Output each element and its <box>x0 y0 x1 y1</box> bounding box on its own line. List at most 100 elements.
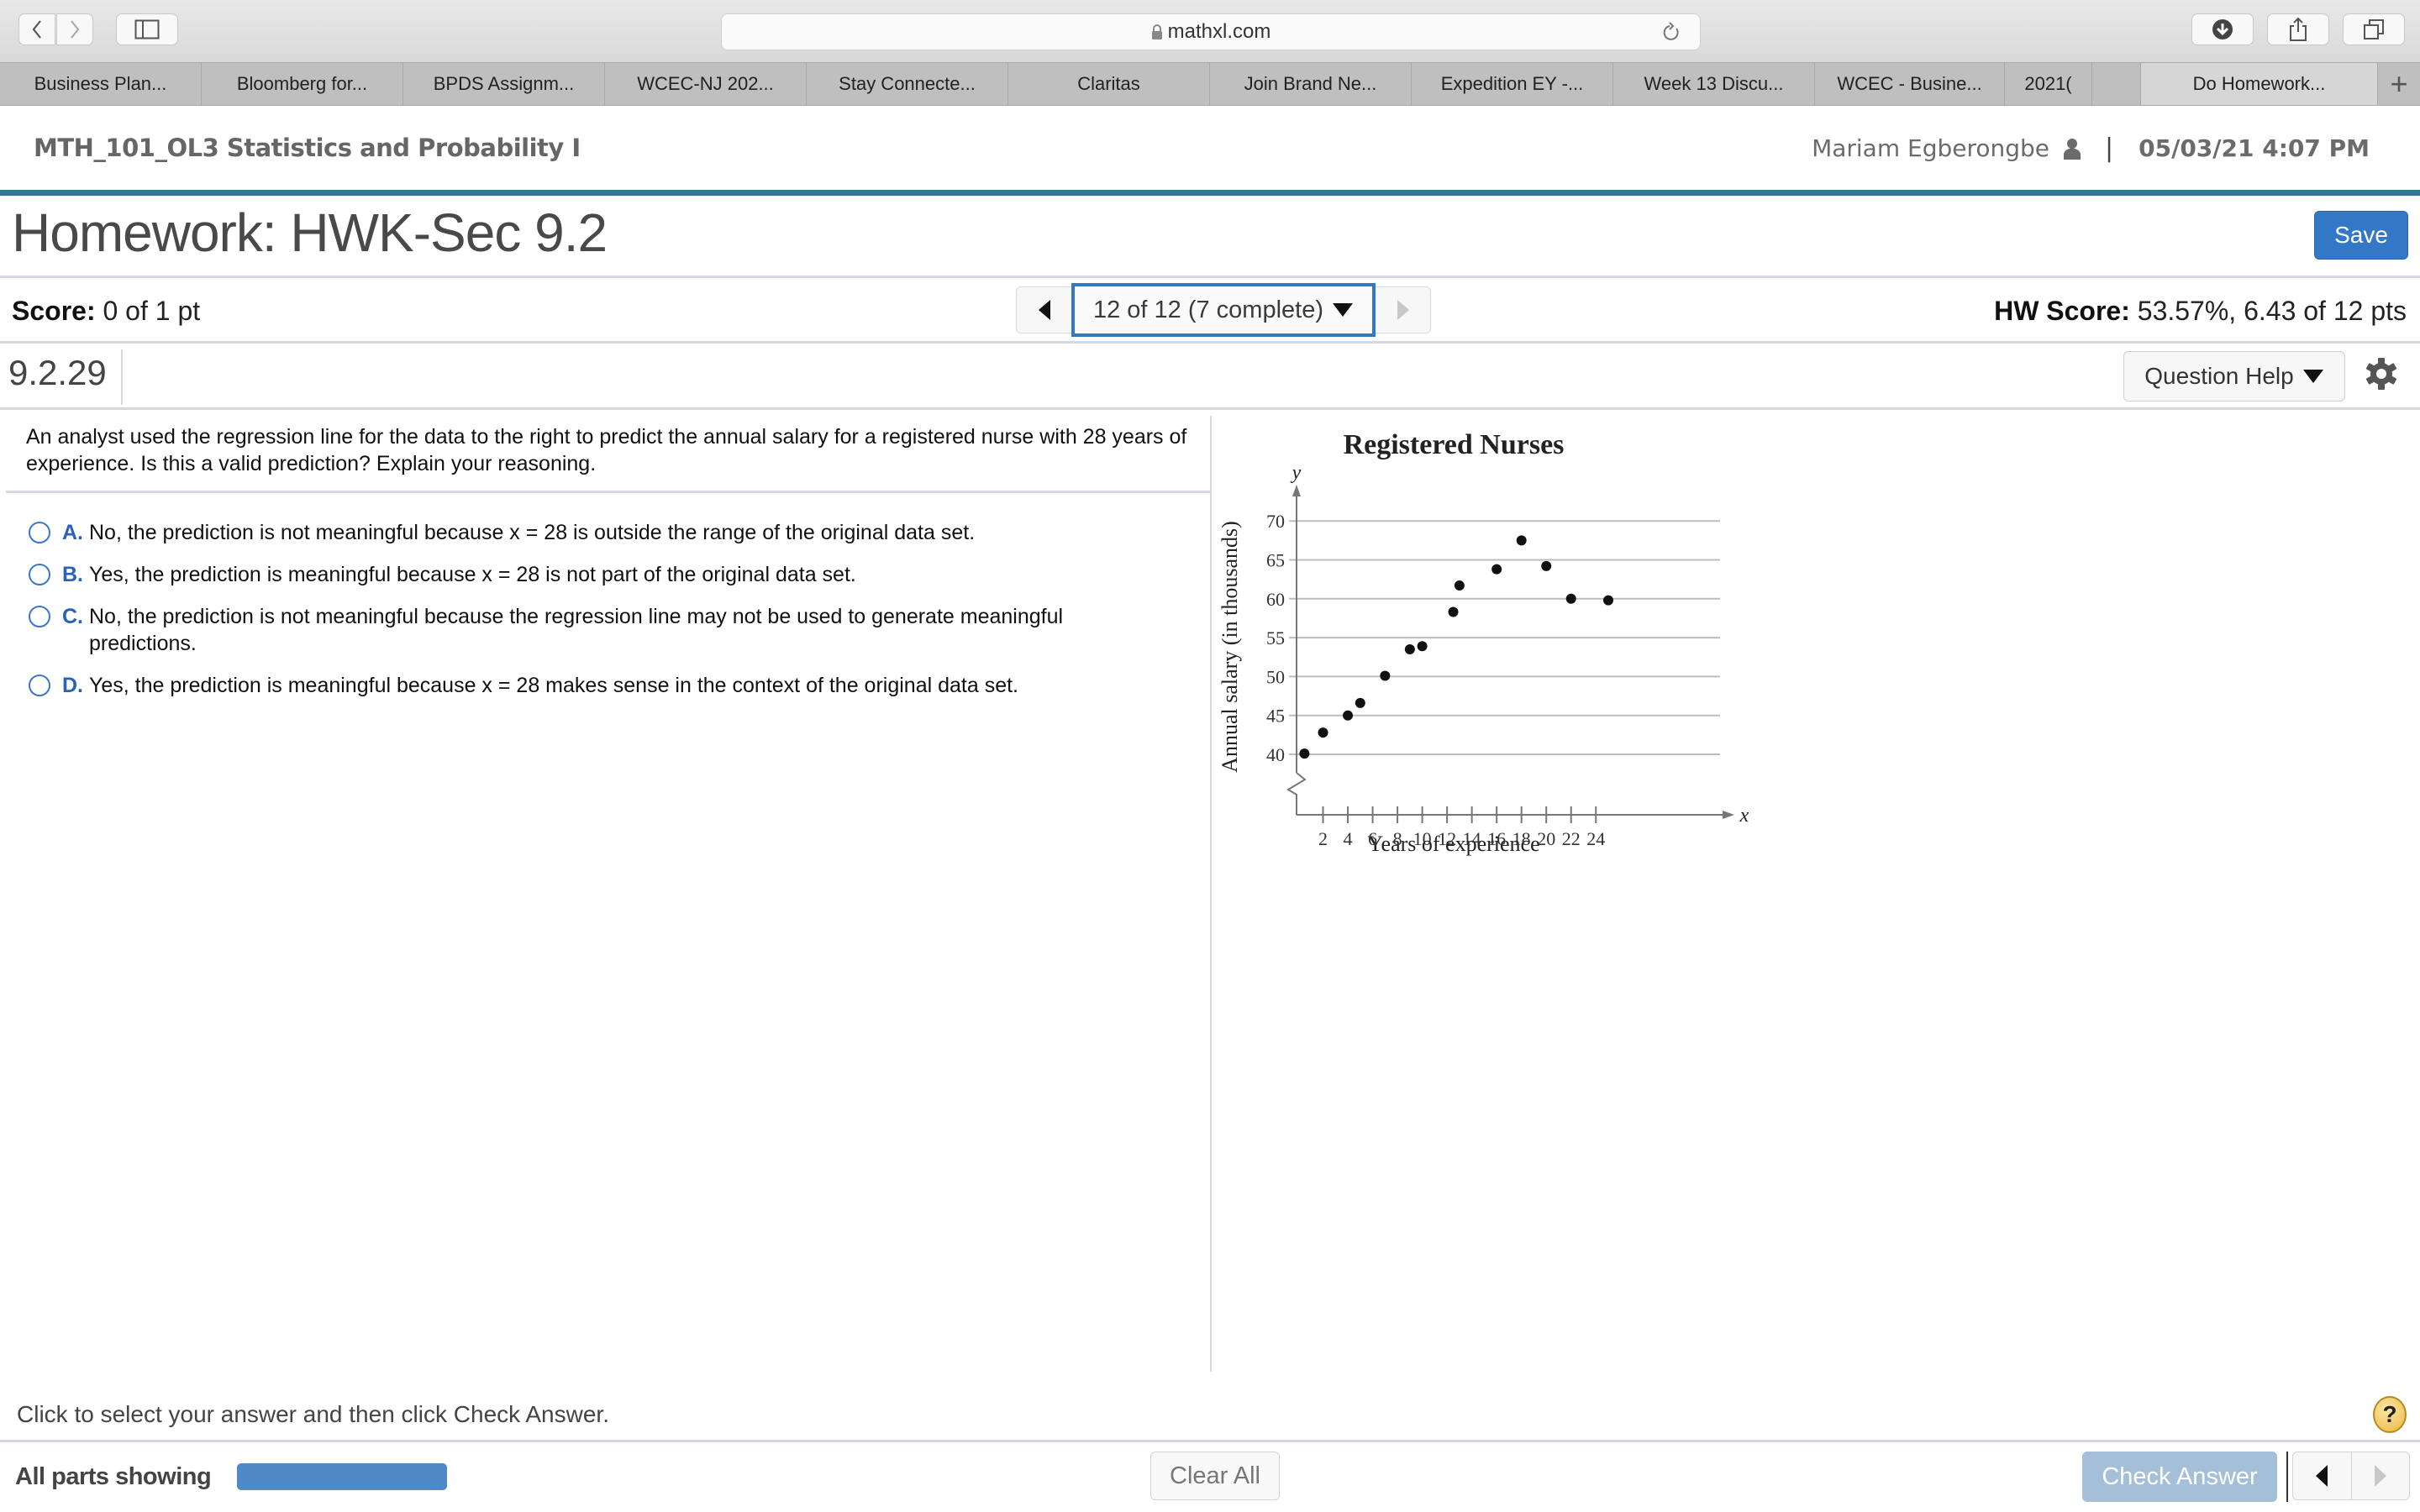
parts-progress-bar <box>237 1463 447 1490</box>
check-answer-button[interactable]: Check Answer <box>2082 1452 2277 1502</box>
data-point <box>1541 560 1552 571</box>
y-axis-arrow <box>1292 485 1301 496</box>
browser-tab[interactable]: Business Plan... <box>0 63 202 105</box>
question-selector-dropdown[interactable]: 12 of 12 (7 complete) <box>1071 283 1376 337</box>
browser-tab[interactable]: Week 13 Discu... <box>1613 63 1815 105</box>
option-letter: B. <box>62 563 83 586</box>
caret-down-icon <box>2302 370 2323 383</box>
browser-tab[interactable]: WCEC-NJ 202... <box>605 63 807 105</box>
lock-icon <box>1151 24 1162 39</box>
question-number: 9.2.29 <box>8 353 107 392</box>
settings-gear-icon[interactable] <box>2365 357 2398 391</box>
instruction-text: Click to select your answer and then cli… <box>17 1401 609 1427</box>
tab-label: WCEC - Busine... <box>1837 73 1982 94</box>
divider <box>0 1440 2420 1442</box>
y-tick-label: 65 <box>1266 550 1285 571</box>
course-title: MTH_101_OL3 Statistics and Probability I <box>34 134 581 162</box>
tabs-overview-button[interactable] <box>2343 13 2405 45</box>
radio-button[interactable] <box>29 606 50 627</box>
reload-icon[interactable] <box>1661 21 1681 45</box>
browser-tab[interactable]: Stay Connecte... <box>807 63 1008 105</box>
page-title: Homework: HWK-Sec 9.2 <box>12 202 608 263</box>
data-point <box>1603 595 1613 606</box>
next-question-button[interactable] <box>1376 286 1431 333</box>
share-icon <box>2290 17 2307 41</box>
current-datetime: 05/03/21 4:07 PM <box>2139 134 2370 162</box>
tab-label: WCEC-NJ 202... <box>637 73 774 94</box>
back-button[interactable] <box>18 13 55 45</box>
data-point <box>1516 535 1527 546</box>
y-tick-label: 50 <box>1266 666 1285 687</box>
browser-tab[interactable]: WCEC - Busine... <box>1815 63 2005 105</box>
footer-next-button[interactable] <box>2352 1452 2410 1499</box>
browser-tab-active[interactable]: Do Homework... <box>2141 63 2378 105</box>
previous-question-button[interactable] <box>1016 286 1071 333</box>
radio-button[interactable] <box>29 675 50 696</box>
tab-label: Claritas <box>1077 73 1140 94</box>
share-button[interactable] <box>2267 13 2329 45</box>
downloads-button[interactable] <box>2191 13 2254 45</box>
chevron-right-icon <box>71 20 80 39</box>
answer-option-c[interactable]: C. No, the prediction is not meaningful … <box>29 603 1148 657</box>
x-axis-arrow <box>1723 811 1734 819</box>
triangle-left-icon <box>2316 1465 2328 1487</box>
data-point <box>1355 697 1365 708</box>
y-tick-label: 45 <box>1266 706 1285 727</box>
browser-tab[interactable]: 2021( <box>2005 63 2092 105</box>
data-point <box>1448 606 1459 617</box>
x-tick-label: 18 <box>1512 828 1531 849</box>
new-tab-button[interactable]: + <box>2378 63 2420 105</box>
browser-tab[interactable]: Expedition EY -... <box>1412 63 1613 105</box>
user-area: Mariam Egberongbe | 05/03/21 4:07 PM <box>1812 134 2370 163</box>
hw-score-label: HW Score: <box>1994 296 2130 326</box>
question-text: An analyst used the regression line for … <box>26 425 1187 475</box>
x-tick-label: 4 <box>1344 828 1353 849</box>
forward-button[interactable] <box>56 13 93 45</box>
url-text: mathxl.com <box>1167 20 1271 43</box>
browser-tab[interactable]: Bloomberg for... <box>202 63 403 105</box>
browser-tab[interactable]: BPDS Assignm... <box>403 63 605 105</box>
data-point <box>1417 641 1428 652</box>
x-tick-label: 16 <box>1487 828 1506 849</box>
address-bar[interactable]: mathxl.com <box>721 13 1701 50</box>
radio-button[interactable] <box>29 522 50 543</box>
triangle-right-icon <box>2374 1465 2386 1487</box>
help-button[interactable]: ? <box>2373 1396 2407 1433</box>
footer-previous-button[interactable] <box>2293 1452 2352 1499</box>
question-help-button[interactable]: Question Help <box>2123 351 2345 402</box>
tab-label: Business Plan... <box>34 73 167 94</box>
radio-button[interactable] <box>29 564 50 585</box>
sidebar-toggle-button[interactable] <box>116 13 178 45</box>
y-axis-letter: y <box>1291 462 1302 484</box>
tab-label: Do Homework... <box>2192 73 2326 94</box>
course-bar: MTH_101_OL3 Statistics and Probability I… <box>0 107 2420 191</box>
sidebar-icon <box>134 19 160 39</box>
option-letter: D. <box>62 674 83 697</box>
answer-option-a[interactable]: A. No, the prediction is not meaningful … <box>29 519 1148 546</box>
question-score: Score: 0 of 1 pt <box>12 296 200 327</box>
browser-tab[interactable]: Claritas <box>1008 63 1210 105</box>
hw-score-value: 53.57%, 6.43 of 12 pts <box>2137 296 2407 326</box>
data-point <box>1299 748 1310 759</box>
browser-tab[interactable] <box>2092 63 2141 105</box>
clear-all-button[interactable]: Clear All <box>1150 1452 1280 1500</box>
x-tick-label: 12 <box>1438 828 1456 849</box>
tab-label: Bloomberg for... <box>236 73 368 94</box>
header-separator: | <box>2105 134 2114 163</box>
answer-option-d[interactable]: D. Yes, the prediction is meaningful bec… <box>29 672 1148 699</box>
x-tick-label: 24 <box>1586 828 1605 849</box>
axis-break-icon <box>1286 772 1307 815</box>
tab-label: BPDS Assignm... <box>433 73 575 94</box>
tab-label: Join Brand Ne... <box>1244 73 1377 94</box>
tabs-icon <box>2364 19 2384 39</box>
x-axis-letter: x <box>1739 805 1749 827</box>
browser-tab-bar: Business Plan... Bloomberg for... BPDS A… <box>0 62 2420 106</box>
browser-tab[interactable]: Join Brand Ne... <box>1210 63 1412 105</box>
divider <box>2286 1452 2288 1502</box>
save-button[interactable]: Save <box>2314 211 2408 260</box>
tab-label: Expedition EY -... <box>1440 73 1584 94</box>
answer-option-b[interactable]: B. Yes, the prediction is meaningful bec… <box>29 561 1148 588</box>
data-point <box>1343 710 1354 721</box>
x-tick-label: 2 <box>1318 828 1328 849</box>
x-tick-label: 10 <box>1413 828 1432 849</box>
